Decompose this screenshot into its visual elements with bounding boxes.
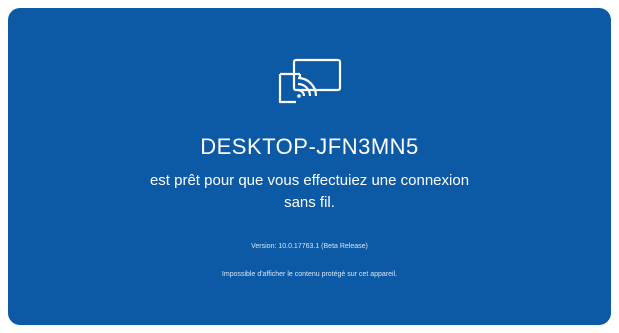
ready-message-line2: sans fil.: [284, 194, 335, 211]
version-text: Version: 10.0.17763.1 (Beta Release): [251, 243, 368, 250]
connect-screen: DESKTOP-JFN3MN5 est prêt pour que vous e…: [8, 8, 611, 325]
ready-message: est prêt pour que vous effectuiez une co…: [48, 170, 571, 214]
device-name: DESKTOP-JFN3MN5: [200, 134, 419, 159]
protected-content-notice: Impossible d'afficher le contenu protégé…: [221, 271, 398, 278]
wireless-display-icon: [278, 58, 341, 104]
ready-message-line1: est prêt pour que vous effectuiez une co…: [149, 172, 470, 189]
